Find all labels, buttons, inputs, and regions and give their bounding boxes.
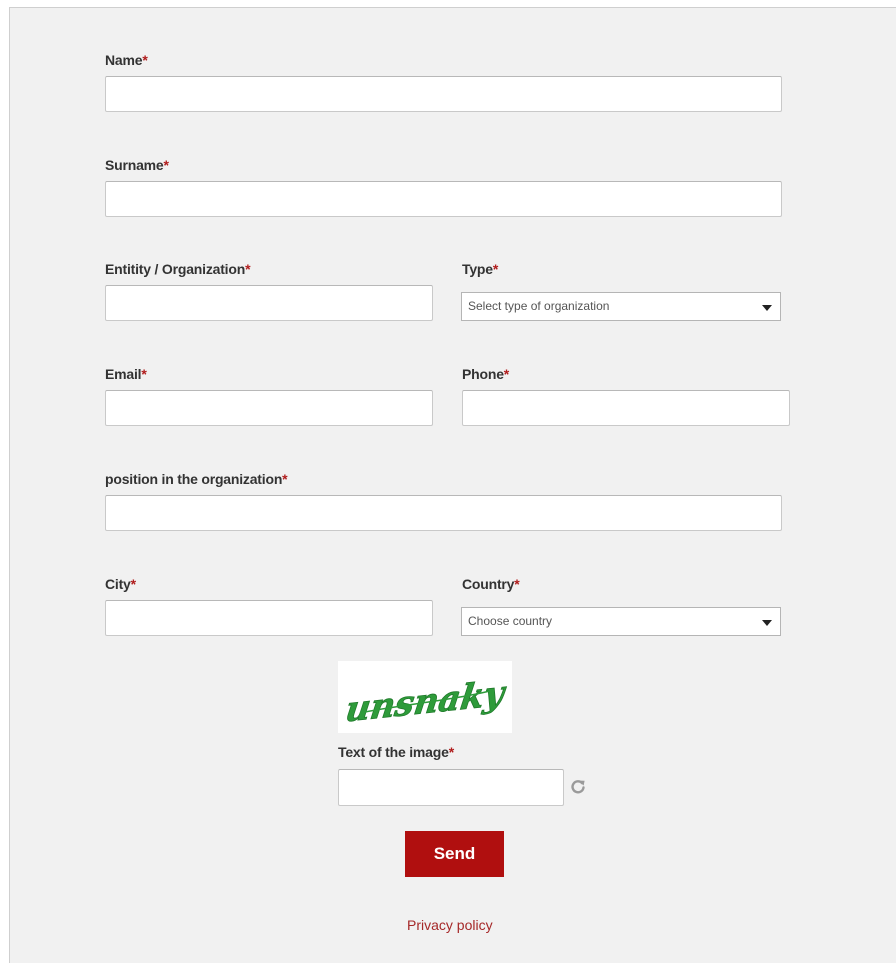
captcha-graphic: unsnaky <box>343 673 510 731</box>
surname-input[interactable] <box>105 181 782 217</box>
type-select[interactable]: Select type of organization <box>461 292 781 321</box>
city-label: City* <box>105 576 136 592</box>
position-label: position in the organization* <box>105 471 288 487</box>
phone-input[interactable] <box>462 390 790 426</box>
send-button[interactable]: Send <box>405 831 504 877</box>
type-label: Type* <box>462 261 499 277</box>
required-mark: * <box>503 366 510 382</box>
organization-input[interactable] <box>105 285 433 321</box>
captcha-label: Text of the image* <box>338 744 454 760</box>
phone-label: Phone* <box>462 366 510 382</box>
required-mark: * <box>245 261 251 277</box>
country-select[interactable]: Choose country <box>461 607 781 636</box>
city-input[interactable] <box>105 600 433 636</box>
required-mark: * <box>130 576 136 592</box>
required-mark: * <box>142 52 148 68</box>
email-input[interactable] <box>105 390 433 426</box>
chevron-down-icon <box>762 305 772 311</box>
surname-label: Surname* <box>105 157 169 173</box>
country-label: Country* <box>462 576 520 592</box>
position-input[interactable] <box>105 495 782 531</box>
organization-label: Entitity / Organization* <box>105 261 251 277</box>
captcha-image: unsnaky <box>338 661 512 733</box>
type-select-value: Select type of organization <box>468 299 610 313</box>
required-mark: * <box>141 366 147 382</box>
captcha-input[interactable] <box>338 769 564 806</box>
required-mark: * <box>448 744 454 760</box>
required-mark: * <box>514 576 520 592</box>
privacy-policy-link[interactable]: Privacy policy <box>407 917 493 933</box>
country-select-value: Choose country <box>468 614 553 628</box>
email-label: Email* <box>105 366 147 382</box>
required-mark: * <box>282 471 288 487</box>
name-label: Name* <box>105 52 148 68</box>
required-mark: * <box>492 261 499 277</box>
chevron-down-icon <box>762 620 772 626</box>
required-mark: * <box>163 157 169 173</box>
name-input[interactable] <box>105 76 782 112</box>
refresh-icon[interactable] <box>569 778 587 796</box>
